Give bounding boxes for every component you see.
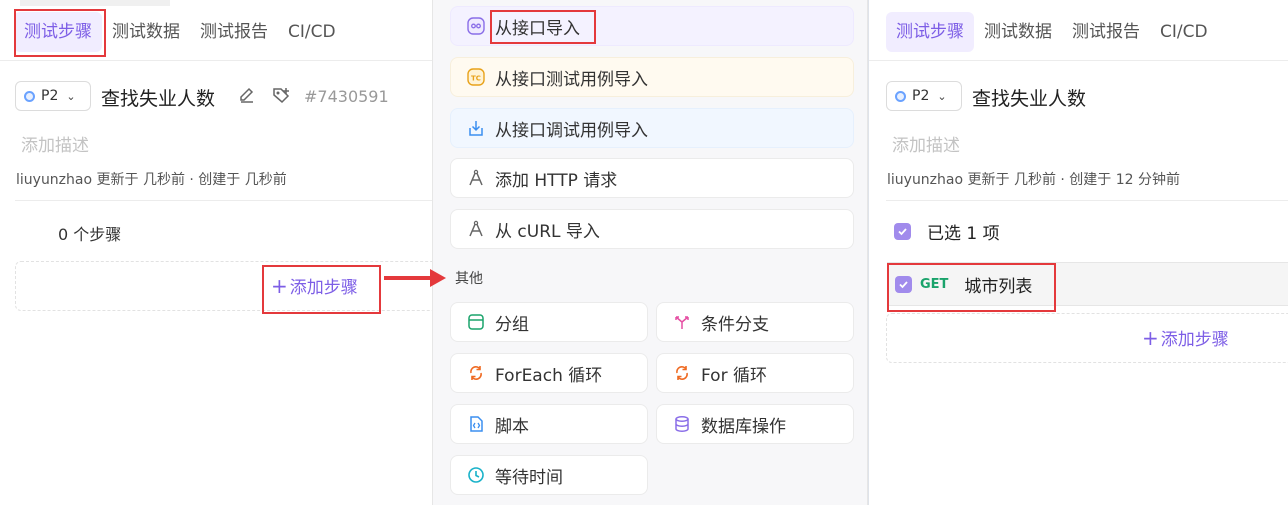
- menu-label: 从 cURL 导入: [495, 221, 600, 242]
- add-step-area: [15, 261, 432, 311]
- tab-test-report[interactable]: 测试报告: [190, 12, 278, 52]
- plus-icon: +: [1142, 326, 1159, 350]
- api-import-icon: [467, 17, 485, 35]
- menu-database-operation[interactable]: 数据库操作: [656, 404, 854, 444]
- tab-test-steps[interactable]: 测试步骤: [886, 12, 974, 52]
- case-title: 查找失业人数: [101, 88, 216, 110]
- tag-icon[interactable]: [272, 86, 292, 108]
- priority-select[interactable]: P2 ⌄: [886, 81, 962, 111]
- priority-label: P2: [912, 88, 930, 104]
- selection-summary: 已选 1 项: [894, 219, 1000, 244]
- step-name: 城市列表: [964, 276, 1033, 297]
- tab-cicd[interactable]: CI/CD: [1150, 12, 1218, 52]
- description-input[interactable]: 添加描述: [21, 131, 89, 156]
- foreach-icon: [467, 364, 485, 382]
- menu-group[interactable]: 分组: [450, 302, 648, 342]
- script-icon: [467, 415, 485, 433]
- menu-label: ForEach 循环: [495, 365, 603, 386]
- right-panel: 测试步骤 测试数据 测试报告 CI/CD P2 ⌄ 查找失业人数 添加描述 li…: [868, 0, 1288, 505]
- menu-label: 等待时间: [495, 467, 563, 488]
- chevron-down-icon: ⌄: [937, 89, 947, 103]
- menu-label: 数据库操作: [701, 416, 786, 437]
- menu-label: 从接口导入: [495, 18, 580, 39]
- divider: [0, 60, 432, 61]
- menu-script[interactable]: 脚本: [450, 404, 648, 444]
- menu-import-from-api[interactable]: 从接口导入: [450, 6, 854, 46]
- divider: [869, 60, 1288, 61]
- chevron-down-icon: ⌄: [66, 89, 76, 103]
- http-method-badge: GET: [920, 276, 949, 292]
- menu-label: 分组: [495, 314, 529, 335]
- top-cutoff: [20, 0, 170, 6]
- menu-foreach-loop[interactable]: ForEach 循环: [450, 353, 648, 393]
- tab-test-steps[interactable]: 测试步骤: [14, 12, 102, 52]
- divider: [15, 200, 432, 201]
- menu-label: 从接口调试用例导入: [495, 120, 648, 141]
- for-loop-icon: [673, 364, 691, 382]
- annotation-arrow-icon: [384, 269, 446, 287]
- branch-icon: [673, 313, 691, 331]
- add-step-label: 添加步骤: [1160, 330, 1229, 350]
- menu-add-http-request[interactable]: 添加 HTTP 请求: [450, 158, 854, 198]
- menu-label: For 循环: [701, 365, 767, 386]
- other-section-label: 其他: [455, 271, 483, 287]
- case-title: 查找失业人数: [972, 88, 1087, 110]
- tab-test-data[interactable]: 测试数据: [102, 12, 190, 52]
- step-row[interactable]: GET 城市列表: [887, 262, 1288, 306]
- tab-test-data[interactable]: 测试数据: [974, 12, 1062, 52]
- curl-icon: [467, 220, 485, 238]
- menu-label: 脚本: [495, 416, 529, 437]
- select-all-checkbox[interactable]: [894, 223, 911, 240]
- menu-import-from-debug-case[interactable]: 从接口调试用例导入: [450, 108, 854, 148]
- debug-case-icon: [467, 119, 485, 137]
- http-icon: [467, 169, 485, 187]
- database-icon: [673, 415, 691, 433]
- case-meta: liuyunzhao 更新于 几秒前 · 创建于 12 分钟前: [887, 172, 1181, 188]
- case-meta: liuyunzhao 更新于 几秒前 · 创建于 几秒前: [16, 172, 287, 188]
- divider: [886, 200, 1288, 201]
- group-icon: [467, 313, 485, 331]
- left-panel: 测试步骤 测试数据 测试报告 CI/CD P2 ⌄ 查找失业人数 #743059…: [0, 0, 432, 505]
- menu-import-curl[interactable]: 从 cURL 导入: [450, 209, 854, 249]
- left-tabs: 测试步骤 测试数据 测试报告 CI/CD: [14, 10, 346, 54]
- priority-dot-icon: [24, 90, 35, 102]
- clock-icon: [467, 466, 485, 484]
- add-step-menu: 从接口导入 TC 从接口测试用例导入 从接口调试用例导入 添加 HTTP 请求 …: [432, 0, 868, 505]
- menu-for-loop[interactable]: For 循环: [656, 353, 854, 393]
- menu-label: 从接口测试用例导入: [495, 69, 648, 90]
- priority-label: P2: [41, 88, 59, 104]
- description-input[interactable]: 添加描述: [892, 131, 960, 156]
- step-checkbox[interactable]: [895, 275, 912, 293]
- screenshot-stage: 测试步骤 测试数据 测试报告 CI/CD P2 ⌄ 查找失业人数 #743059…: [0, 0, 1288, 505]
- menu-condition-branch[interactable]: 条件分支: [656, 302, 854, 342]
- right-tabs: 测试步骤 测试数据 测试报告 CI/CD: [886, 10, 1218, 54]
- menu-wait-time[interactable]: 等待时间: [450, 455, 648, 495]
- priority-dot-icon: [895, 90, 906, 102]
- add-step-button[interactable]: + 添加步骤: [1142, 325, 1229, 350]
- add-step-label: 添加步骤: [289, 278, 358, 298]
- plus-icon: +: [271, 274, 288, 298]
- selected-count: 已选 1 项: [927, 224, 1000, 244]
- menu-import-from-testcase[interactable]: TC 从接口测试用例导入: [450, 57, 854, 97]
- tab-cicd[interactable]: CI/CD: [278, 12, 346, 52]
- steps-count: 0 个步骤: [58, 225, 122, 244]
- edit-icon[interactable]: [238, 86, 256, 108]
- case-id: #7430591: [304, 87, 389, 106]
- menu-label: 条件分支: [701, 314, 769, 335]
- menu-label: 添加 HTTP 请求: [495, 170, 618, 191]
- svg-text:TC: TC: [471, 75, 481, 83]
- tab-test-report[interactable]: 测试报告: [1062, 12, 1150, 52]
- add-step-button[interactable]: + 添加步骤: [271, 273, 358, 298]
- testcase-icon: TC: [467, 68, 485, 86]
- priority-select[interactable]: P2 ⌄: [15, 81, 91, 111]
